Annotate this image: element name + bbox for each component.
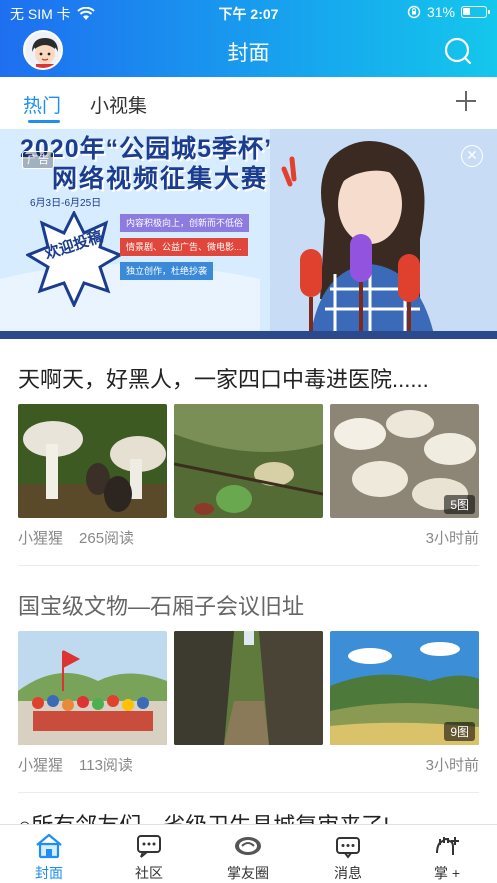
banner-bullets: 内容积极向上，创新而不低俗 情景剧、公益广告、微电影... 独立创作，杜绝抄袭 xyxy=(100,214,250,312)
group-photo xyxy=(18,631,167,745)
ad-tag: 广告 xyxy=(22,151,54,169)
banner-title-line2: 网络视频征集大赛 xyxy=(52,165,269,193)
article-time: 3小时前 xyxy=(425,757,479,774)
community-icon xyxy=(137,835,161,858)
article-meta: 小猩猩 113阅读 xyxy=(18,754,133,775)
top-header: 无 SIM 卡 下午 2:07 31% 封面 xyxy=(0,0,497,77)
banner-footer-strip xyxy=(0,331,497,339)
message-icon xyxy=(336,837,360,859)
zhang-plus-icon xyxy=(436,837,459,855)
tabbar-community[interactable]: 社区 xyxy=(114,825,184,883)
image-count-badge: 9图 xyxy=(444,722,475,741)
channel-tabs: 热门 小视集 xyxy=(0,77,497,129)
tabbar-label: 封面 xyxy=(35,865,63,881)
plus-icon xyxy=(456,91,476,111)
article-title[interactable]: 国宝级文物—石厢子会议旧址 xyxy=(18,589,304,621)
divider xyxy=(18,565,479,566)
banner-bullet: 独立创作，杜绝抄袭 xyxy=(120,262,214,280)
promo-banner[interactable]: 2020年“公园城5季杯” 网络视频征集大赛 6月3日-6月25日 欢迎投稿 内… xyxy=(0,129,497,339)
article-thumbnail[interactable]: 5图 xyxy=(330,404,479,518)
article-author: 小猩猩 xyxy=(18,757,64,774)
tabbar-messages[interactable]: 消息 xyxy=(313,825,383,883)
article-thumbnail[interactable] xyxy=(174,404,323,518)
article-thumbnail[interactable] xyxy=(18,631,167,745)
battery-icon xyxy=(461,6,490,18)
friends-circle-icon xyxy=(235,837,261,855)
tabbar-friends-circle[interactable]: 掌友圈 xyxy=(213,825,283,883)
close-icon: ✕ xyxy=(466,147,478,163)
banner-bullet: 内容积极向上，创新而不低俗 xyxy=(120,214,250,232)
article-thumbnail[interactable] xyxy=(18,404,167,518)
tab-small-video[interactable]: 小视集 xyxy=(90,91,147,118)
tabbar-label: 掌友圈 xyxy=(227,865,269,881)
page-title: 封面 xyxy=(227,42,270,65)
active-tab-indicator xyxy=(28,120,60,123)
mushroom-photo xyxy=(18,404,167,518)
article-time: 3小时前 xyxy=(425,530,479,547)
article-thumbnail[interactable] xyxy=(174,631,323,745)
article-thumbnail[interactable]: 9图 xyxy=(330,631,479,745)
banner-bullet: 情景剧、公益广告、微电影... xyxy=(120,238,248,256)
home-icon xyxy=(36,833,62,859)
status-right: 31% xyxy=(407,4,490,20)
forest-mushroom-photo xyxy=(174,404,323,518)
article-author: 小猩猩 xyxy=(18,530,64,547)
tabbar-label: 社区 xyxy=(135,865,163,881)
search-button[interactable] xyxy=(443,36,473,66)
cliff-path-photo xyxy=(174,631,323,745)
battery-percent: 31% xyxy=(426,4,455,20)
tab-hot[interactable]: 热门 xyxy=(23,91,61,118)
tabbar-zhang-plus[interactable]: 掌 + xyxy=(412,825,482,883)
article-reads: 265阅读 xyxy=(79,530,135,547)
bottom-tab-bar: 封面 社区 掌友圈 消息 掌 + xyxy=(0,824,497,883)
article-title[interactable]: 天啊天，好黑人，一家四口中毒进医院...... xyxy=(18,362,429,394)
article-meta: 小猩猩 265阅读 xyxy=(18,527,134,548)
banner-date: 6月3日-6月25日 xyxy=(30,198,102,209)
status-bar: 无 SIM 卡 下午 2:07 31% xyxy=(0,0,497,26)
tabbar-label: 掌 + xyxy=(433,865,461,881)
banner-close-button[interactable]: ✕ xyxy=(461,145,483,167)
image-count-badge: 5图 xyxy=(444,495,475,514)
tabbar-label: 消息 xyxy=(334,865,362,881)
add-channel-button[interactable] xyxy=(455,90,477,112)
article-reads: 113阅读 xyxy=(79,757,133,774)
search-icon xyxy=(444,37,472,65)
tabbar-home[interactable]: 封面 xyxy=(14,825,84,883)
divider xyxy=(18,792,479,793)
orientation-lock-icon xyxy=(407,5,421,19)
